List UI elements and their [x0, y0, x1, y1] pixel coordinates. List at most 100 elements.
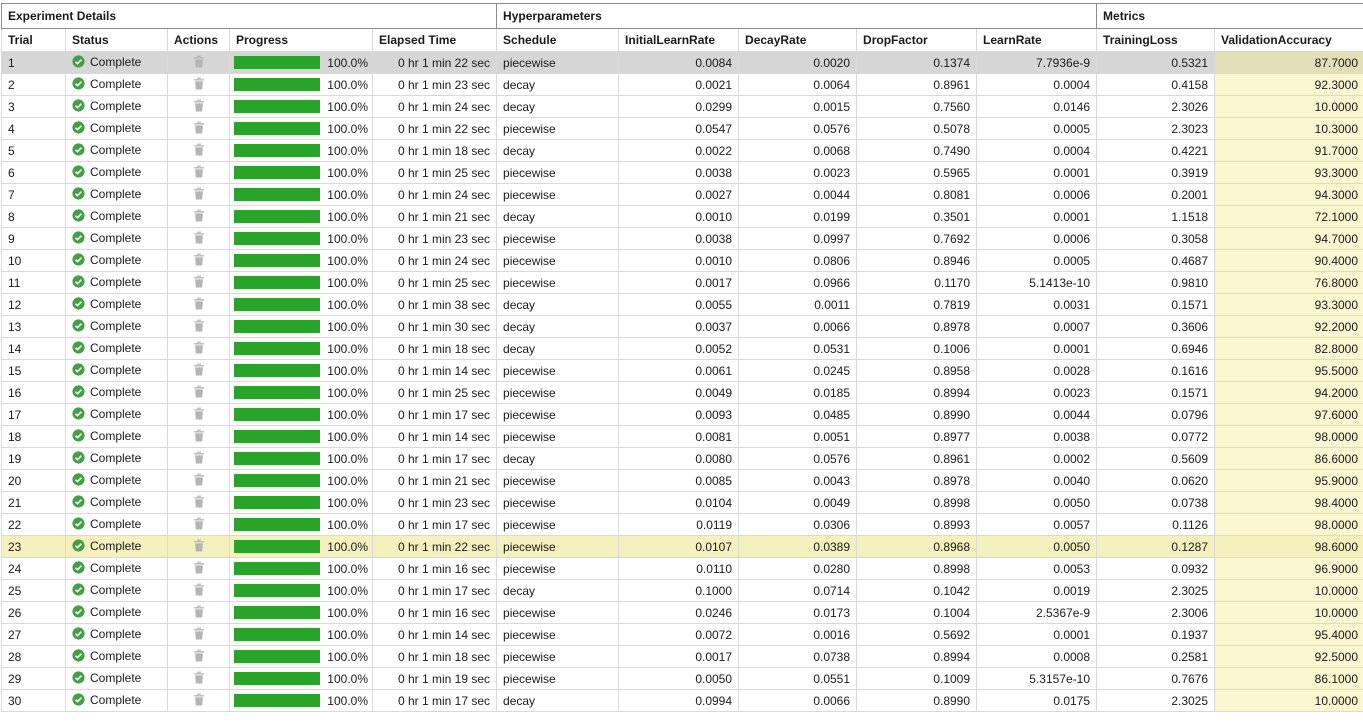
- table-row[interactable]: 20 Complete 100.0% 0 hr 1 min 21 sec piecewi…: [1, 469, 1363, 492]
- progress-cell: 100.0%: [229, 95, 373, 118]
- table-row[interactable]: 2 Complete 100.0% 0 hr 1 min 23 sec decay 0.0…: [1, 73, 1363, 96]
- table-row[interactable]: 8 Complete 100.0% 0 hr 1 min 21 sec decay 0.0…: [1, 205, 1363, 228]
- training-loss-value: 0.0772: [1096, 425, 1216, 448]
- table-row[interactable]: 28 Complete 100.0% 0 hr 1 min 18 sec piecewi…: [1, 645, 1363, 668]
- learn-rate-value: 5.1413e-10: [976, 271, 1098, 294]
- table-row[interactable]: 16 Complete 100.0% 0 hr 1 min 25 sec piecewi…: [1, 381, 1363, 404]
- delete-trial-icon[interactable]: [193, 121, 205, 137]
- table-row[interactable]: 6 Complete 100.0% 0 hr 1 min 25 sec piecewis…: [1, 161, 1363, 184]
- status-cell: Complete: [65, 139, 168, 162]
- delete-trial-icon[interactable]: [193, 627, 205, 643]
- delete-trial-icon[interactable]: [193, 99, 205, 115]
- status-cell: Complete: [65, 359, 168, 382]
- table-row[interactable]: 29 Complete 100.0% 0 hr 1 min 19 sec piecewi…: [1, 667, 1363, 690]
- table-row[interactable]: 13 Complete 100.0% 0 hr 1 min 30 sec decay 0.…: [1, 315, 1363, 338]
- col-header-trial[interactable]: Trial: [1, 28, 66, 52]
- delete-trial-icon[interactable]: [193, 187, 205, 203]
- elapsed-time: 0 hr 1 min 18 sec: [371, 337, 498, 360]
- schedule-value: piecewise: [496, 491, 620, 514]
- delete-trial-icon[interactable]: [193, 253, 205, 269]
- table-row[interactable]: 22 Complete 100.0% 0 hr 1 min 17 sec piecewi…: [1, 513, 1363, 536]
- trial-number: 25: [1, 579, 66, 602]
- delete-trial-icon[interactable]: [193, 451, 205, 467]
- delete-trial-icon[interactable]: [193, 495, 205, 511]
- progress-label: 100.0%: [327, 55, 368, 70]
- delete-trial-icon[interactable]: [193, 539, 205, 555]
- delete-trial-icon[interactable]: [193, 297, 205, 313]
- table-row[interactable]: 24 Complete 100.0% 0 hr 1 min 16 sec piecewi…: [1, 557, 1363, 580]
- training-loss-value: 0.1287: [1096, 535, 1216, 558]
- table-row[interactable]: 9 Complete 100.0% 0 hr 1 min 23 sec piecewis…: [1, 227, 1363, 250]
- delete-trial-icon[interactable]: [193, 231, 205, 247]
- trial-number: 9: [1, 227, 66, 250]
- delete-trial-icon[interactable]: [193, 561, 205, 577]
- delete-trial-icon[interactable]: [193, 693, 205, 709]
- col-header-actions[interactable]: Actions: [167, 28, 230, 52]
- delete-trial-icon[interactable]: [193, 407, 205, 423]
- table-row[interactable]: 27 Complete 100.0% 0 hr 1 min 14 sec piecewi…: [1, 623, 1363, 646]
- delete-trial-icon[interactable]: [193, 341, 205, 357]
- drop-factor-value: 0.8990: [856, 689, 978, 712]
- table-row[interactable]: 4 Complete 100.0% 0 hr 1 min 22 sec piecewis…: [1, 117, 1363, 140]
- table-row[interactable]: 30 Complete 100.0% 0 hr 1 min 17 sec decay 0.…: [1, 689, 1363, 712]
- col-header-elapsed-time[interactable]: Elapsed Time: [371, 28, 498, 52]
- drop-factor-value: 0.8081: [856, 183, 978, 206]
- delete-trial-icon[interactable]: [193, 429, 205, 445]
- complete-check-icon: [72, 142, 85, 159]
- col-header-training-loss[interactable]: TrainingLoss: [1096, 28, 1216, 52]
- delete-trial-icon[interactable]: [193, 671, 205, 687]
- col-header-learn-rate[interactable]: LearnRate: [976, 28, 1098, 52]
- delete-trial-icon[interactable]: [193, 275, 205, 291]
- col-header-status[interactable]: Status: [65, 28, 168, 52]
- initial-learn-rate-value: 0.0299: [618, 95, 740, 118]
- status-cell: Complete: [65, 667, 168, 690]
- table-row[interactable]: 18 Complete 100.0% 0 hr 1 min 14 sec piecewi…: [1, 425, 1363, 448]
- delete-trial-icon[interactable]: [193, 473, 205, 489]
- trial-number: 14: [1, 337, 66, 360]
- delete-trial-icon[interactable]: [193, 385, 205, 401]
- delete-trial-icon[interactable]: [193, 77, 205, 93]
- table-row[interactable]: 1 Complete 100.0% 0 hr 1 min 22 sec piecewis…: [1, 51, 1363, 74]
- col-header-validation-accuracy[interactable]: ValidationAccuracy: [1214, 28, 1363, 52]
- group-hyperparameters: Hyperparameters: [496, 3, 1098, 29]
- complete-check-icon: [72, 186, 85, 203]
- table-row[interactable]: 3 Complete 100.0% 0 hr 1 min 24 sec decay 0.0…: [1, 95, 1363, 118]
- delete-trial-icon[interactable]: [193, 649, 205, 665]
- delete-trial-icon[interactable]: [193, 319, 205, 335]
- progress-bar: [234, 518, 320, 531]
- progress-label: 100.0%: [327, 275, 368, 290]
- delete-trial-icon[interactable]: [193, 55, 205, 71]
- delete-trial-icon[interactable]: [193, 143, 205, 159]
- table-row[interactable]: 11 Complete 100.0% 0 hr 1 min 25 sec piecewi…: [1, 271, 1363, 294]
- table-row[interactable]: 7 Complete 100.0% 0 hr 1 min 24 sec piecewis…: [1, 183, 1363, 206]
- table-row[interactable]: 19 Complete 100.0% 0 hr 1 min 17 sec decay 0.…: [1, 447, 1363, 470]
- table-row[interactable]: 15 Complete 100.0% 0 hr 1 min 14 sec piecewi…: [1, 359, 1363, 382]
- table-row[interactable]: 21 Complete 100.0% 0 hr 1 min 23 sec piecewi…: [1, 491, 1363, 514]
- table-row[interactable]: 5 Complete 100.0% 0 hr 1 min 18 sec decay 0.0…: [1, 139, 1363, 162]
- table-row[interactable]: 23 Complete 100.0% 0 hr 1 min 22 sec piecewi…: [1, 535, 1363, 558]
- delete-trial-icon[interactable]: [193, 363, 205, 379]
- actions-cell: [167, 645, 230, 668]
- progress-cell: 100.0%: [229, 271, 373, 294]
- table-row[interactable]: 25 Complete 100.0% 0 hr 1 min 17 sec decay 0.…: [1, 579, 1363, 602]
- col-header-schedule[interactable]: Schedule: [496, 28, 620, 52]
- table-row[interactable]: 12 Complete 100.0% 0 hr 1 min 38 sec decay 0.…: [1, 293, 1363, 316]
- delete-trial-icon[interactable]: [193, 517, 205, 533]
- table-row[interactable]: 10 Complete 100.0% 0 hr 1 min 24 sec piecewi…: [1, 249, 1363, 272]
- table-row[interactable]: 14 Complete 100.0% 0 hr 1 min 18 sec decay 0.…: [1, 337, 1363, 360]
- table-row[interactable]: 26 Complete 100.0% 0 hr 1 min 16 sec piecewi…: [1, 601, 1363, 624]
- table-row[interactable]: 17 Complete 100.0% 0 hr 1 min 17 sec piecewi…: [1, 403, 1363, 426]
- delete-trial-icon[interactable]: [193, 209, 205, 225]
- progress-label: 100.0%: [327, 165, 368, 180]
- complete-check-icon: [72, 692, 85, 709]
- col-header-drop-factor[interactable]: DropFactor: [856, 28, 978, 52]
- delete-trial-icon[interactable]: [193, 605, 205, 621]
- schedule-value: piecewise: [496, 535, 620, 558]
- drop-factor-value: 0.3501: [856, 205, 978, 228]
- col-header-progress[interactable]: Progress: [229, 28, 373, 52]
- delete-trial-icon[interactable]: [193, 583, 205, 599]
- decay-rate-value: 0.0185: [738, 381, 858, 404]
- col-header-decay-rate[interactable]: DecayRate: [738, 28, 858, 52]
- col-header-initial-learn-rate[interactable]: InitialLearnRate: [618, 28, 740, 52]
- delete-trial-icon[interactable]: [193, 165, 205, 181]
